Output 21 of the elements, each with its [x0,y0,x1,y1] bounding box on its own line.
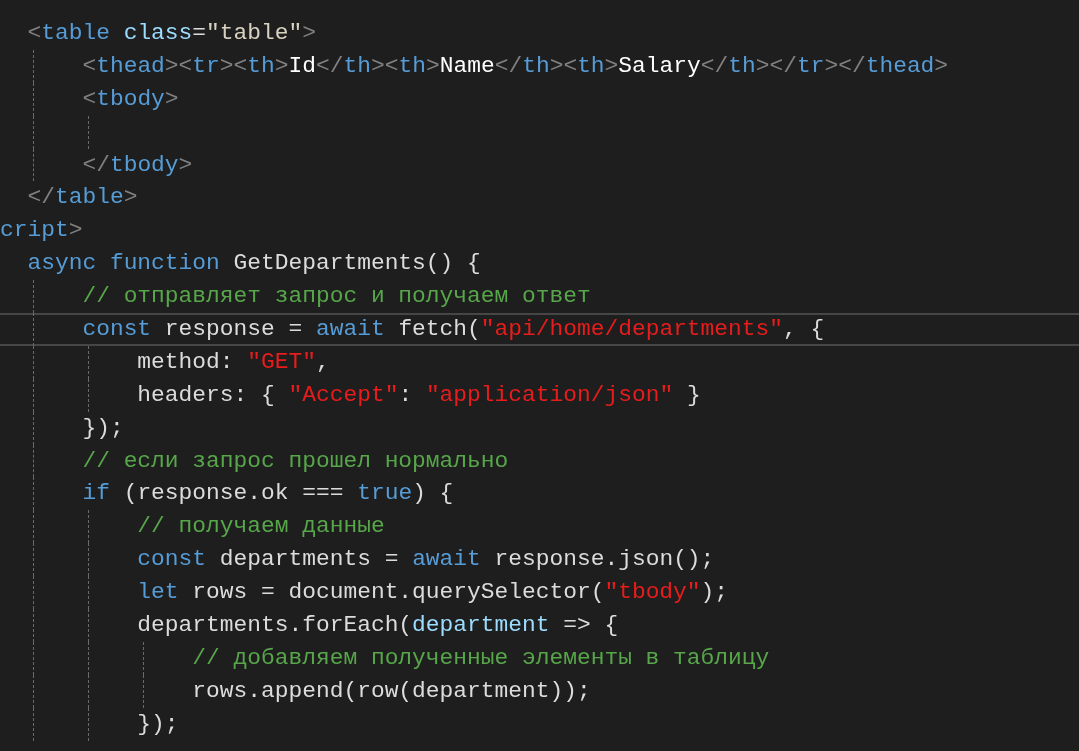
code-comment: // если запрос прошел нормально [81,446,509,476]
code-line: }); [81,413,124,443]
code-line: departments.forEach(department => { [136,611,619,641]
code-line: method: "GET", [136,347,330,377]
code-comment: // отправляет запрос и получаем ответ [81,282,591,312]
code-line: let rows = document.querySelector("tbody"); [136,578,729,608]
code-line: </table> [26,183,138,213]
code-line: </tbody> [81,150,193,180]
code-line: headers: { "Accept": "application/json" } [136,380,701,410]
code-line: }); [136,709,179,739]
code-line: <thead><tr><th>Id</th><th>Name</th><th>Salary</th></tr></thead> [81,51,949,81]
code-line: const response = await fetch("api/home/departments", { [81,315,825,344]
code-line: async function GetDepartments() { [26,249,481,279]
code-line: <table class="table"> [26,19,316,48]
code-line: rows.append(row(department)); [191,676,591,706]
code-comment: // добавляем полученные элементы в таблицу [191,643,770,673]
code-line: if (response.ok === true) { [81,479,454,509]
code-comment: // получаем данные [136,512,385,542]
code-line: cript> [0,216,83,246]
code-line: const departments = await response.json(); [136,545,715,575]
code-line: <tbody> [81,84,179,114]
